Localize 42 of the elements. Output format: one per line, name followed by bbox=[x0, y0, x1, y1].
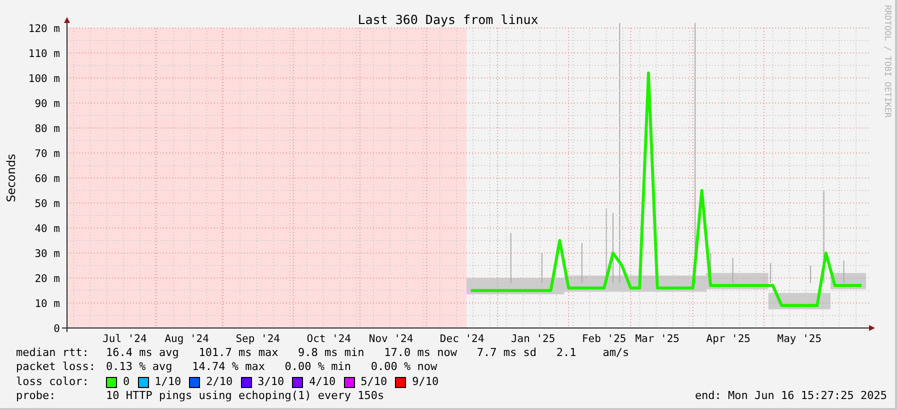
x-tick-label: May '25 bbox=[777, 333, 822, 345]
x-tick-label: Jul '24 bbox=[102, 333, 147, 345]
y-tick-label: 110 m bbox=[28, 48, 60, 60]
x-tick-label: Apr '25 bbox=[706, 333, 751, 345]
legend-value: 16.4 ms avg 101.7 ms max 9.8 ms min 17.0 ms now 7.7 ms sd 2.1 am/s bbox=[106, 346, 630, 360]
end-time: end: Mon Jun 16 15:27:25 2025 bbox=[694, 389, 887, 404]
loss-label: 1/10 bbox=[154, 374, 182, 390]
x-tick-label: Feb '25 bbox=[582, 333, 626, 345]
axis-label: Seconds bbox=[4, 154, 18, 202]
y-tick-label: 120 m bbox=[28, 23, 60, 35]
legend-label: median rtt: bbox=[16, 346, 90, 360]
y-tick-label: 20 m bbox=[34, 273, 60, 285]
loss-label: 9/10 bbox=[412, 374, 439, 390]
y-tick-label: 50 m bbox=[34, 198, 60, 210]
x-tick-label: Mar '25 bbox=[635, 333, 680, 345]
y-tick-label: 30 m bbox=[34, 248, 60, 260]
x-tick-label: Jan '25 bbox=[510, 333, 556, 345]
loss-label: 4/10 bbox=[309, 374, 336, 390]
loss-label: 0 bbox=[123, 374, 130, 390]
legend-value: 0.13 % avg 14.74 % max 0.00 % min 0.00 % now bbox=[106, 360, 438, 375]
y-tick-label: 40 m bbox=[34, 223, 60, 235]
y-tick-label: 90 m bbox=[34, 98, 60, 110]
chart-title: Last 360 Days from linux bbox=[358, 12, 538, 27]
probe-text: 10 HTTP pings using echoping(1) every 150s bbox=[106, 389, 384, 404]
y-tick-label: 100 m bbox=[28, 73, 60, 85]
y-tick-label: 10 m bbox=[34, 298, 60, 310]
x-tick-label: Oct '24 bbox=[306, 333, 352, 345]
y-tick-label: 0 bbox=[54, 323, 60, 335]
y-tick-label: 80 m bbox=[34, 123, 60, 135]
y-tick-label: 60 m bbox=[34, 173, 60, 185]
x-tick-label: Nov '24 bbox=[368, 333, 414, 345]
x-tick-label: Dec '24 bbox=[440, 333, 484, 345]
y-tick-label: 70 m bbox=[34, 148, 60, 160]
loss-label: 2/10 bbox=[206, 374, 233, 390]
loss-label: 3/10 bbox=[258, 374, 284, 390]
legend-label: probe: bbox=[16, 389, 57, 404]
x-tick-label: Sep '24 bbox=[236, 333, 280, 345]
loss-label: 5/10 bbox=[360, 374, 388, 390]
x-tick-label: Aug '24 bbox=[164, 333, 209, 345]
legend-label: packet loss: bbox=[16, 360, 96, 375]
legend-label: loss color: bbox=[16, 374, 90, 390]
watermark: RRDTOOL / TOBI OETIKER bbox=[881, 4, 892, 120]
